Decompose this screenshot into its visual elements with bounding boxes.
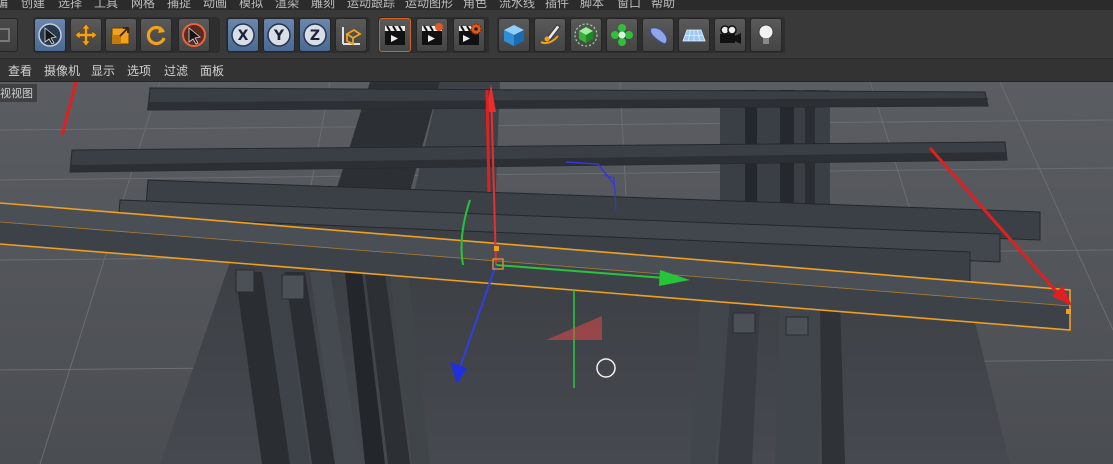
menu-select[interactable]: 选择 [58, 0, 82, 10]
floor-button[interactable] [678, 18, 710, 52]
grid-plane-icon [682, 29, 706, 42]
menu-mesh[interactable]: 网格 [131, 0, 155, 10]
menu-create[interactable]: 创建 [21, 0, 45, 10]
menu-render[interactable]: 渲染 [275, 0, 299, 10]
cursor-circle-icon [38, 23, 62, 47]
menu-mograph[interactable]: 运动图形 [405, 0, 453, 10]
menu-tools[interactable]: 工具 [94, 0, 118, 10]
flower-icon [611, 24, 633, 46]
clapper-play-icon [422, 23, 443, 45]
undo-icon [0, 28, 10, 42]
viewport-scene[interactable] [0, 82, 1113, 464]
rotate-button[interactable] [140, 18, 172, 52]
clapper-gear-icon [459, 23, 482, 45]
cube-button[interactable] [498, 18, 530, 52]
menu-help[interactable]: 帮助 [651, 0, 675, 10]
array-button[interactable] [606, 18, 638, 52]
x-axis-icon: X [231, 23, 255, 47]
main-toolbar: X Y Z [0, 10, 1113, 59]
menu-snap[interactable]: 捕捉 [167, 0, 191, 10]
menu-script[interactable]: 脚本 [580, 0, 604, 10]
live-selection-button[interactable] [34, 18, 66, 52]
move-button[interactable] [70, 18, 102, 52]
z-axis-icon: Z [303, 23, 327, 47]
tool-group-transform [33, 17, 220, 53]
coordinate-system-button[interactable] [335, 18, 367, 52]
menu-edit[interactable]: 编 [0, 0, 8, 10]
viewport-menu-display[interactable]: 显示 [91, 62, 115, 79]
clapper-icon [385, 25, 405, 45]
viewport-menu-filter[interactable]: 过滤 [164, 62, 188, 79]
menu-animate[interactable]: 动画 [203, 0, 227, 10]
tool-group-render [378, 17, 489, 53]
scale-button[interactable] [105, 18, 137, 52]
render-view-button[interactable] [379, 18, 411, 52]
viewport-menu-cameras[interactable]: 摄像机 [44, 62, 80, 79]
main-menubar: 编 创建 选择 工具 网格 捕捉 动画 模拟 渲染 雕刻 运动跟踪 运动图形 角… [0, 0, 1113, 10]
y-axis-lock-button[interactable]: Y [263, 18, 295, 52]
pen-button[interactable] [534, 18, 566, 52]
y-axis-icon: Y [267, 23, 291, 47]
deformer-button[interactable] [642, 18, 674, 52]
camera-button[interactable] [714, 18, 746, 52]
light-button[interactable] [750, 18, 782, 52]
rotate-arrows-icon [146, 25, 166, 46]
pen-icon [540, 24, 561, 45]
cursor-circle-red-icon [182, 23, 206, 47]
tool-group-axis: X Y Z [226, 17, 370, 53]
menu-motion-tracking[interactable]: 运动跟踪 [347, 0, 395, 10]
menu-pipeline[interactable]: 流水线 [499, 0, 535, 10]
lightbulb-icon [758, 24, 774, 44]
bend-icon [649, 27, 668, 45]
render-settings-button[interactable] [453, 18, 485, 52]
tool-group-objects [497, 17, 785, 53]
menu-simulate[interactable]: 模拟 [239, 0, 263, 10]
menu-plugins[interactable]: 插件 [545, 0, 569, 10]
menu-sculpt[interactable]: 雕刻 [311, 0, 335, 10]
undo-button[interactable] [0, 18, 18, 52]
viewport-menubar: 查看 摄像机 显示 选项 过滤 面板 [0, 59, 1113, 82]
cube-icon [504, 25, 524, 46]
last-tool-button[interactable] [178, 18, 210, 52]
axes-icon [342, 27, 362, 46]
menu-character[interactable]: 角色 [463, 0, 487, 10]
z-axis-label: Z [310, 28, 320, 44]
camera-icon [720, 25, 741, 44]
viewport-menu-panel[interactable]: 面板 [200, 62, 224, 79]
render-picture-viewer-button[interactable] [416, 18, 448, 52]
y-axis-label: Y [273, 28, 285, 44]
viewport-menu-view[interactable]: 查看 [8, 62, 32, 79]
move-cross-icon [74, 23, 98, 47]
x-axis-label: X [238, 28, 249, 44]
menu-window[interactable]: 窗口 [617, 0, 641, 10]
3d-viewport[interactable]: 视视图 [0, 82, 1113, 464]
viewport-menu-options[interactable]: 选项 [127, 62, 151, 79]
green-cube-icon [574, 23, 598, 47]
scale-box-icon [111, 27, 130, 45]
subdivision-button[interactable] [570, 18, 602, 52]
z-axis-lock-button[interactable]: Z [299, 18, 331, 52]
x-axis-lock-button[interactable]: X [227, 18, 259, 52]
viewport-label: 视视图 [0, 84, 37, 102]
